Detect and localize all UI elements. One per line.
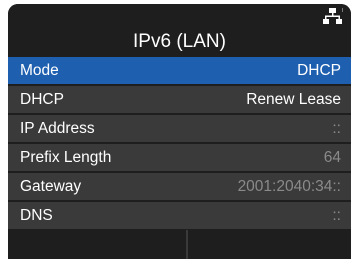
menu-item-dns[interactable]: DNS :: <box>8 202 351 229</box>
menu-item-label: Prefix Length <box>20 149 112 166</box>
menu-item-value: Renew Lease <box>246 91 341 108</box>
menu-item-label: Gateway <box>20 178 82 195</box>
menu-item-gateway[interactable]: Gateway 2001:2040:34:: <box>8 173 351 200</box>
menu-item-ip-address[interactable]: IP Address :: <box>8 115 351 142</box>
menu-item-label: Mode <box>20 62 59 79</box>
settings-menu: Mode DHCP DHCP Renew Lease IP Address ::… <box>8 57 351 231</box>
softkey-bar <box>8 230 351 259</box>
menu-item-label: DHCP <box>20 91 64 108</box>
menu-item-value: 64 <box>323 149 341 166</box>
printer-display: IPv6 (LAN) Mode DHCP DHCP Renew Lease IP… <box>8 4 351 259</box>
softkey-left[interactable] <box>8 230 186 259</box>
menu-item-label: DNS <box>20 207 53 224</box>
network-icon <box>323 8 343 24</box>
page-title: IPv6 (LAN) <box>133 31 226 52</box>
menu-item-value: :: <box>332 120 341 137</box>
menu-item-mode[interactable]: Mode DHCP <box>8 57 351 84</box>
menu-item-value: :: <box>332 207 341 224</box>
menu-item-dhcp[interactable]: DHCP Renew Lease <box>8 86 351 113</box>
header-bar: IPv6 (LAN) <box>8 4 351 56</box>
softkey-right[interactable] <box>188 230 351 259</box>
menu-item-label: IP Address <box>20 120 95 137</box>
menu-item-value: DHCP <box>297 62 341 79</box>
menu-item-value: 2001:2040:34:: <box>237 178 341 195</box>
menu-item-prefix-length[interactable]: Prefix Length 64 <box>8 144 351 171</box>
